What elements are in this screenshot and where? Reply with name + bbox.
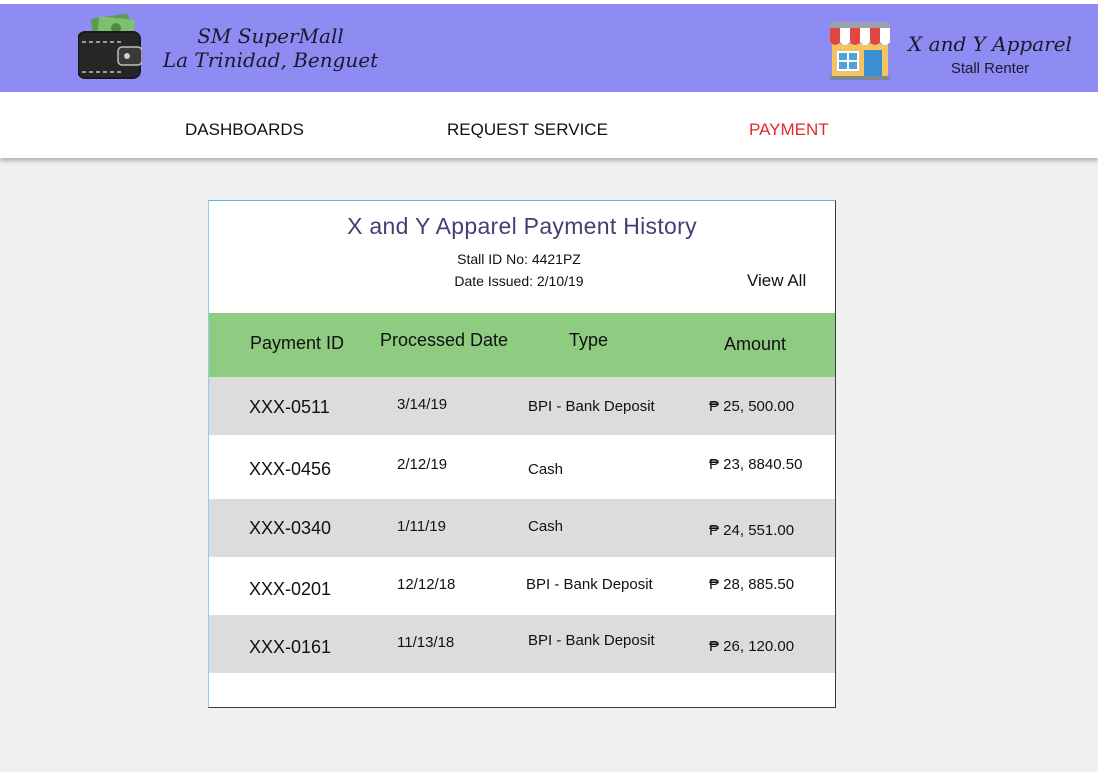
mall-name-line1: SM SuperMall bbox=[197, 24, 344, 48]
payment-id-cell: XXX-0511 bbox=[249, 397, 330, 417]
amount-cell: ₱ 28, 885.50 bbox=[709, 576, 795, 593]
payment-id-cell: XXX-0340 bbox=[249, 518, 332, 538]
payment-id-cell: XXX-0201 bbox=[249, 579, 332, 599]
table-row[interactable]: XXX-0201 12/12/18 BPI - Bank Deposit ₱ 2… bbox=[209, 557, 835, 615]
nav-item-payment[interactable]: PAYMENT bbox=[749, 120, 829, 140]
type-cell: BPI - Bank Deposit bbox=[528, 398, 655, 415]
payment-id-cell: XXX-0161 bbox=[249, 637, 332, 657]
processed-date-cell: 12/12/18 bbox=[397, 576, 456, 593]
nav-item-request-service[interactable]: REQUEST SERVICE bbox=[447, 120, 608, 140]
amount-cell: ₱ 25, 500.00 bbox=[709, 398, 795, 415]
type-cell: BPI - Bank Deposit bbox=[528, 632, 655, 649]
nav-item-dashboards[interactable]: DASHBOARDS bbox=[185, 120, 304, 140]
date-issued: Date Issued: 2/10/19 bbox=[454, 273, 584, 289]
processed-date-cell: 11/13/18 bbox=[397, 634, 455, 651]
mall-name-line2: La Trinidad, Benguet bbox=[162, 48, 379, 72]
table-row[interactable]: XXX-0511 3/14/19 BPI - Bank Deposit ₱ 25… bbox=[209, 377, 835, 435]
processed-date-cell: 3/14/19 bbox=[397, 396, 448, 413]
column-header-payment-id: Payment ID bbox=[250, 333, 345, 353]
table-row[interactable]: XXX-0161 11/13/18 BPI - Bank Deposit ₱ 2… bbox=[209, 615, 835, 673]
column-header-processed-date: Processed Date bbox=[380, 330, 509, 350]
storefront-icon bbox=[826, 18, 894, 80]
type-cell: Cash bbox=[528, 461, 564, 478]
amount-cell: ₱ 24, 551.00 bbox=[709, 522, 795, 539]
amount-cell: ₱ 26, 120.00 bbox=[709, 638, 795, 655]
payment-id-cell: XXX-0456 bbox=[249, 459, 332, 479]
processed-date-cell: 1/11/19 bbox=[397, 518, 446, 535]
amount-cell: ₱ 23, 8840.50 bbox=[709, 456, 803, 473]
renter-name: X and Y Apparel bbox=[908, 32, 1072, 56]
main-nav: DASHBOARDS REQUEST SERVICE PAYMENT bbox=[0, 92, 1098, 158]
renter-role: Stall Renter bbox=[950, 60, 1030, 77]
processed-date-cell: 2/12/19 bbox=[397, 456, 448, 473]
table-header: Payment ID Processed Date Type Amount bbox=[209, 313, 835, 377]
type-cell: BPI - Bank Deposit bbox=[526, 576, 653, 593]
table-row[interactable]: XXX-0456 2/12/19 Cash ₱ 23, 8840.50 bbox=[209, 435, 835, 499]
view-all-link[interactable]: View All bbox=[747, 271, 806, 291]
table-row[interactable]: XXX-0340 1/11/19 Cash ₱ 24, 551.00 bbox=[209, 499, 835, 557]
stall-id: Stall ID No: 4421PZ bbox=[457, 251, 581, 267]
payment-history-card: X and Y Apparel Payment History Stall ID… bbox=[208, 200, 836, 708]
type-cell: Cash bbox=[528, 518, 564, 535]
app-header: SM SuperMall La Trinidad, Benguet X and … bbox=[0, 4, 1098, 92]
page-title: X and Y Apparel Payment History bbox=[347, 213, 697, 239]
mall-name: SM SuperMall La Trinidad, Benguet bbox=[148, 24, 393, 72]
column-header-amount: Amount bbox=[724, 334, 787, 354]
column-header-type: Type bbox=[569, 330, 609, 350]
wallet-money-icon bbox=[78, 14, 142, 80]
